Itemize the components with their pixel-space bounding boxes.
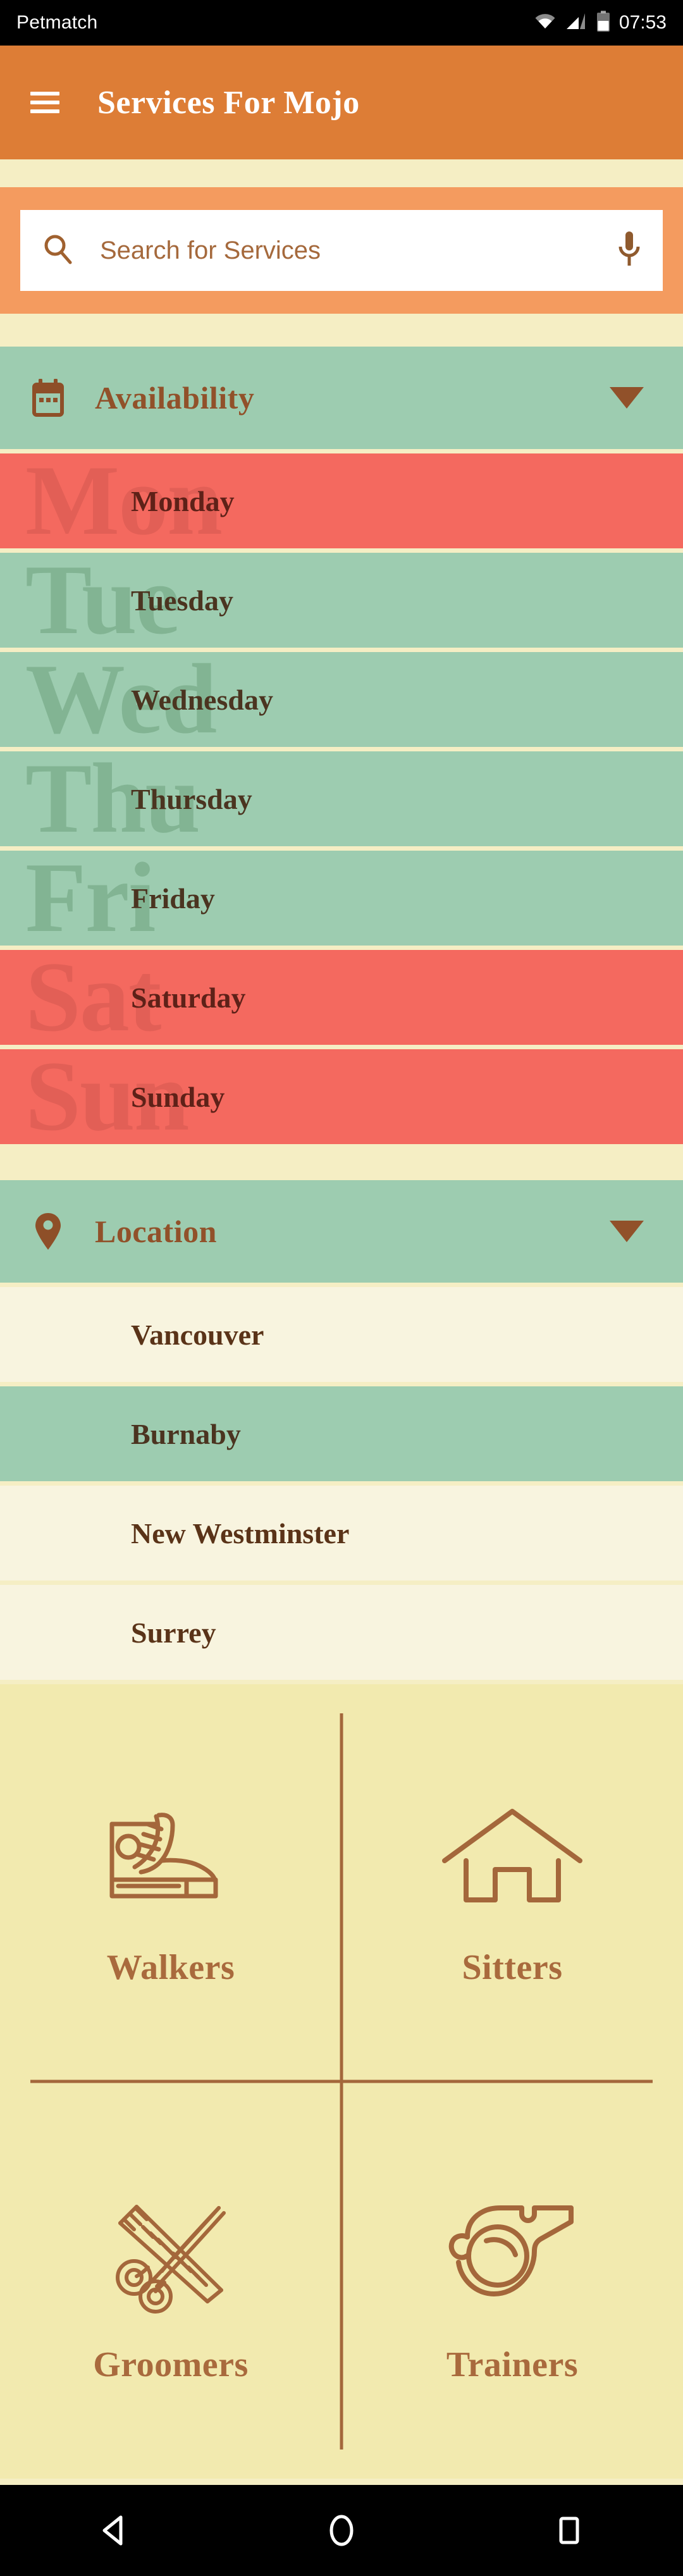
service-cell-trainers[interactable]: Trainers (342, 2081, 683, 2479)
location-row[interactable]: Surrey (0, 1585, 683, 1680)
day-label: Saturday (131, 981, 246, 1014)
scissors-comb-icon (92, 2175, 250, 2333)
services-horizontal-divider (30, 2080, 653, 2083)
back-triangle-icon[interactable] (76, 2493, 152, 2568)
battery-icon (596, 10, 610, 35)
location-row[interactable]: Burnaby (0, 1386, 683, 1481)
whistle-icon (433, 2175, 591, 2333)
day-label: Friday (131, 882, 215, 915)
carrier-label: Petmatch (16, 12, 98, 33)
status-icons (534, 10, 610, 35)
location-label: Burnaby (131, 1417, 241, 1450)
search-icon (42, 233, 75, 269)
hamburger-menu-icon[interactable] (30, 92, 59, 113)
day-row[interactable]: Sat Saturday (0, 950, 683, 1045)
service-cell-sitters[interactable]: Sitters (342, 1684, 683, 2081)
map-pin-icon (30, 1212, 66, 1251)
chevron-down-icon[interactable] (610, 387, 644, 409)
location-header-gap (0, 1283, 683, 1287)
cellular-signal-icon (566, 13, 586, 34)
day-label: Monday (131, 484, 235, 517)
home-circle-icon[interactable] (304, 2493, 379, 2568)
availability-day-list: Mon Monday Tue Tuesday Wed Wednesday Thu… (0, 453, 683, 1144)
day-label: Sunday (131, 1080, 225, 1113)
location-row[interactable]: Vancouver (0, 1287, 683, 1382)
service-label: Trainers (446, 2345, 579, 2384)
location-gap (0, 1149, 683, 1180)
service-cell-groomers[interactable]: Groomers (0, 2081, 342, 2479)
search-box[interactable]: Search for Services (20, 210, 663, 291)
appbar-gap (0, 159, 683, 187)
status-bar: Petmatch 07:53 (0, 0, 683, 46)
day-row[interactable]: Mon Monday (0, 453, 683, 548)
day-row[interactable]: Thu Thursday (0, 751, 683, 846)
search-area: Search for Services (0, 187, 683, 314)
day-label: Wednesday (131, 683, 273, 716)
day-label: Tuesday (131, 584, 233, 617)
location-label: New Westminster (131, 1517, 350, 1550)
availability-header-gap (0, 449, 683, 453)
status-clock: 07:53 (618, 12, 667, 33)
location-label: Surrey (131, 1616, 216, 1649)
day-row[interactable]: Fri Friday (0, 851, 683, 946)
calendar-icon (30, 379, 66, 417)
service-label: Groomers (93, 2345, 249, 2384)
app-bar: Services For Mojo (0, 46, 683, 159)
availability-section-header[interactable]: Availability (0, 347, 683, 449)
availability-title: Availability (95, 380, 255, 416)
location-section-header[interactable]: Location (0, 1180, 683, 1283)
chevron-down-icon[interactable] (610, 1221, 644, 1242)
search-input[interactable]: Search for Services (100, 237, 617, 265)
sneaker-shoe-icon (92, 1778, 250, 1936)
page-title: Services For Mojo (97, 84, 360, 121)
microphone-icon[interactable] (617, 230, 641, 271)
wifi-icon (534, 13, 556, 33)
services-grid: Walkers Sitters Groomers Trainers (0, 1684, 683, 2479)
house-icon (433, 1778, 591, 1936)
location-title: Location (95, 1214, 217, 1249)
recents-square-icon[interactable] (531, 2493, 607, 2568)
day-row[interactable]: Wed Wednesday (0, 652, 683, 747)
location-label: Vancouver (131, 1318, 264, 1351)
location-list: Vancouver Burnaby New Westminster Surrey (0, 1287, 683, 1680)
day-row[interactable]: Sun Sunday (0, 1049, 683, 1144)
app-screen: Petmatch 07:53 Services For Mojo Search … (0, 0, 683, 2576)
search-gap (0, 314, 683, 347)
location-row[interactable]: New Westminster (0, 1486, 683, 1581)
service-cell-walkers[interactable]: Walkers (0, 1684, 342, 2081)
android-nav-bar (0, 2485, 683, 2576)
service-label: Sitters (462, 1948, 563, 1987)
day-row[interactable]: Tue Tuesday (0, 553, 683, 648)
day-label: Thursday (131, 782, 252, 815)
service-label: Walkers (106, 1948, 235, 1987)
